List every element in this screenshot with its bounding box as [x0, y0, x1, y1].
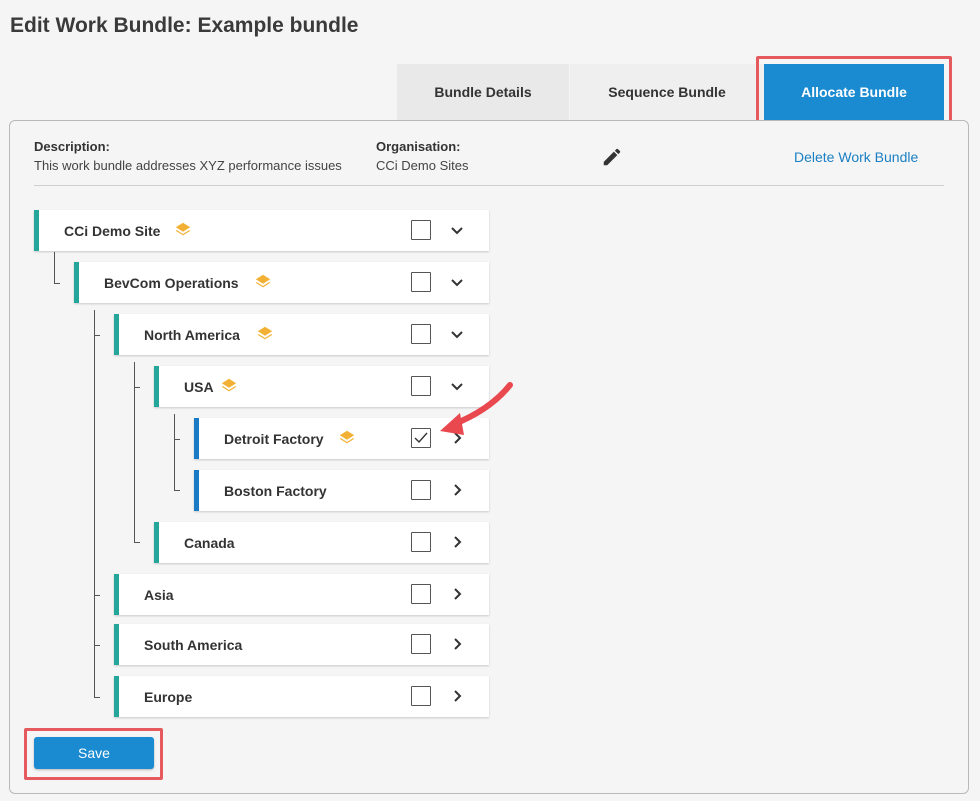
tree-node-label: South America: [144, 636, 243, 653]
highlight-box-save: [24, 728, 163, 780]
tree-node-south-america[interactable]: South America: [114, 624, 489, 665]
tree-node-checkbox[interactable]: [411, 686, 431, 706]
tree-node-checkbox-checked[interactable]: [411, 428, 431, 448]
tree-node-checkbox[interactable]: [411, 324, 431, 344]
chevron-right-icon[interactable]: [449, 586, 465, 602]
chevron-down-icon[interactable]: [449, 326, 465, 342]
tree-tick: [174, 439, 180, 440]
chevron-right-icon[interactable]: [449, 688, 465, 704]
organisation-label: Organisation:: [376, 139, 461, 154]
organisation-value: CCi Demo Sites: [376, 158, 469, 173]
tree-node-label: Boston Factory: [224, 482, 327, 499]
tree-node-label: CCi Demo Site: [64, 222, 161, 239]
description-value: This work bundle addresses XYZ performan…: [34, 158, 342, 173]
tree-tick: [94, 335, 100, 336]
tree-node-cci-demo-site[interactable]: CCi Demo Site: [34, 210, 489, 251]
tree-node-label: Asia: [144, 586, 174, 603]
tree-node-checkbox[interactable]: [411, 220, 431, 240]
chevron-down-icon[interactable]: [449, 222, 465, 238]
tree-node-label: Detroit Factory: [224, 430, 324, 447]
tree-node-checkbox[interactable]: [411, 480, 431, 500]
chevron-right-icon[interactable]: [449, 534, 465, 550]
tree-line: [94, 310, 95, 697]
tree-node-label: North America: [144, 326, 240, 343]
highlight-box-allocate-tab: [756, 56, 952, 128]
tree-tick: [94, 697, 100, 698]
tab-sequence-bundle[interactable]: Sequence Bundle: [570, 64, 764, 120]
layers-icon: [175, 222, 191, 236]
description-label: Description:: [34, 139, 110, 154]
tree-node-checkbox[interactable]: [411, 272, 431, 292]
tree-line: [174, 414, 175, 490]
tree-tick: [94, 645, 100, 646]
tree-node-label: Europe: [144, 688, 193, 705]
tree-node-europe[interactable]: Europe: [114, 676, 489, 717]
tree-node-label: Canada: [184, 534, 235, 551]
layers-icon: [255, 274, 271, 288]
tree-node-boston-factory[interactable]: Boston Factory: [194, 470, 489, 511]
chevron-down-icon[interactable]: [449, 274, 465, 290]
pencil-icon[interactable]: [601, 146, 623, 168]
tree-tick: [134, 542, 140, 543]
tree-node-checkbox[interactable]: [411, 532, 431, 552]
tab-bundle-details[interactable]: Bundle Details: [397, 64, 569, 120]
tree-tick: [94, 595, 100, 596]
layers-icon: [257, 326, 273, 340]
tree-tick: [134, 387, 140, 388]
tree-node-label: USA: [184, 378, 214, 395]
divider: [34, 185, 944, 186]
tree-node-bevcom-operations[interactable]: BevCom Operations: [74, 262, 489, 303]
chevron-right-icon[interactable]: [449, 482, 465, 498]
tree-node-canada[interactable]: Canada: [154, 522, 489, 563]
tree-tick: [54, 283, 60, 284]
tree-node-checkbox[interactable]: [411, 634, 431, 654]
tree-node-checkbox[interactable]: [411, 584, 431, 604]
annotation-arrow-icon: [440, 382, 513, 435]
tree-line: [134, 362, 135, 542]
chevron-right-icon[interactable]: [449, 636, 465, 652]
delete-work-bundle-link[interactable]: Delete Work Bundle: [794, 149, 918, 165]
tree-line: [54, 252, 55, 284]
layers-icon: [339, 430, 355, 444]
page-title: Edit Work Bundle: Example bundle: [10, 14, 359, 37]
layers-icon: [221, 378, 237, 392]
tree-node-label: BevCom Operations: [104, 274, 239, 291]
tree-tick: [174, 490, 180, 491]
tree-node-asia[interactable]: Asia: [114, 574, 489, 615]
tree-node-north-america[interactable]: North America: [114, 314, 489, 355]
tree-node-checkbox[interactable]: [411, 376, 431, 396]
checkmark-icon: [414, 432, 428, 444]
